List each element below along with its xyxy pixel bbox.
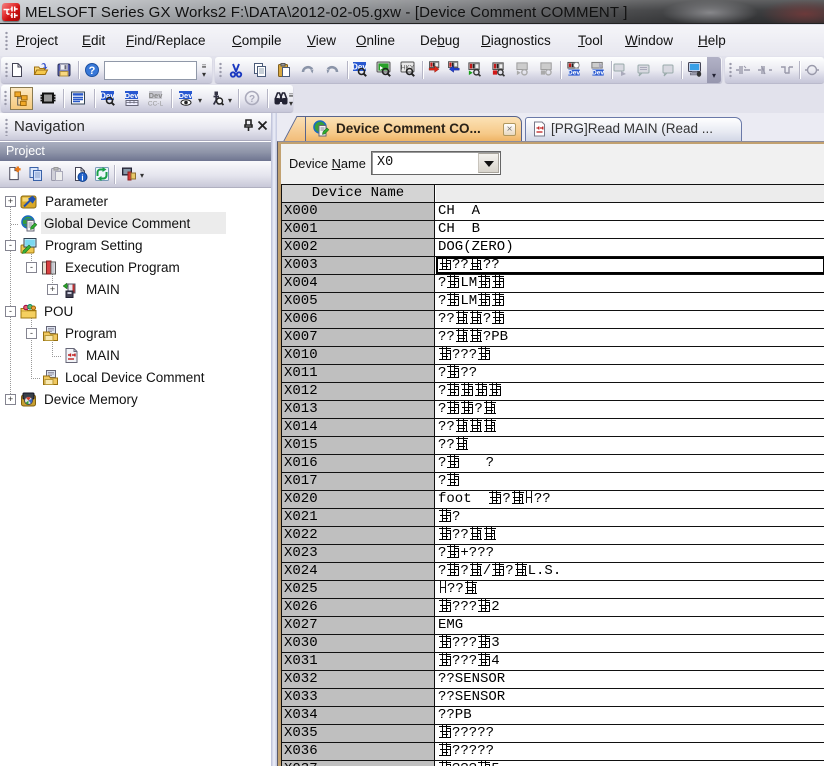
svg-text:Dev: Dev: [100, 92, 115, 101]
svg-text:Dev: Dev: [125, 91, 140, 100]
svg-text:Dev: Dev: [149, 91, 164, 100]
svg-text:CC-L: CC-L: [148, 101, 163, 107]
svg-text:Dev: Dev: [179, 91, 194, 100]
svg-text:i: i: [81, 174, 83, 183]
svg-text:Dev: Dev: [352, 63, 367, 72]
svg-text:?: ?: [249, 94, 255, 105]
svg-text:?: ?: [89, 65, 96, 77]
svg-text:Dev: Dev: [592, 70, 604, 77]
svg-text:Dev: Dev: [568, 70, 580, 77]
